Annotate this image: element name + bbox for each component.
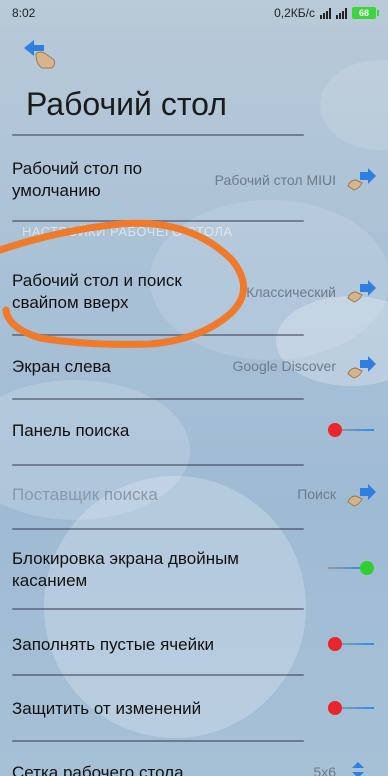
divider bbox=[12, 134, 304, 136]
section-hint: НАСТРОЙКИ РАБОЧЕГО СТОЛА bbox=[22, 224, 233, 239]
setting-default-launcher[interactable]: Рабочий стол по умолчанию Рабочий стол M… bbox=[0, 156, 388, 220]
status-time: 8:02 bbox=[12, 6, 36, 20]
setting-label: Рабочий стол и поиск свайпом вверх bbox=[12, 271, 182, 312]
signal-icon-2 bbox=[336, 7, 347, 19]
lock-layout-toggle[interactable] bbox=[328, 700, 374, 716]
setting-search-provider[interactable]: Поставщик поиска Поиск bbox=[0, 482, 388, 512]
fill-cells-toggle[interactable] bbox=[328, 636, 374, 652]
divider bbox=[12, 608, 304, 610]
setting-left-screen[interactable]: Экран слева Google Discover bbox=[0, 352, 388, 386]
page-title: Рабочий стол bbox=[26, 86, 227, 122]
setting-value: Поиск bbox=[297, 486, 336, 502]
up-down-arrow-icon bbox=[352, 762, 364, 776]
setting-label: Поставщик поиска bbox=[12, 485, 158, 504]
status-icons: 0,2КБ/с 68 bbox=[274, 6, 379, 20]
toggle-knob bbox=[360, 561, 374, 575]
forward-arrow-icon bbox=[347, 280, 376, 303]
setting-search-bar[interactable]: Панель поиска bbox=[0, 418, 388, 448]
forward-arrow-icon bbox=[347, 168, 376, 191]
divider bbox=[12, 398, 304, 400]
back-button[interactable] bbox=[20, 38, 60, 72]
setting-label: Панель поиска bbox=[12, 421, 130, 440]
setting-value: Рабочий стол MIUI bbox=[214, 172, 336, 188]
signal-icon bbox=[320, 7, 331, 19]
setting-label: Экран слева bbox=[12, 357, 111, 376]
forward-arrow-icon bbox=[347, 484, 376, 507]
setting-home-grid[interactable]: Сетка рабочего стола 5x6 bbox=[0, 758, 388, 776]
setting-label: Блокировка экрана двойным касанием bbox=[12, 549, 239, 590]
divider bbox=[12, 528, 304, 530]
double-tap-lock-toggle[interactable] bbox=[328, 560, 374, 576]
divider bbox=[12, 220, 304, 222]
setting-label: Рабочий стол по умолчанию bbox=[12, 159, 143, 200]
setting-fill-empty-cells[interactable]: Заполнять пустые ячейки bbox=[0, 632, 388, 662]
forward-arrow-icon bbox=[347, 356, 376, 379]
search-bar-toggle[interactable] bbox=[328, 422, 374, 438]
divider bbox=[12, 740, 304, 742]
battery-icon: 68 bbox=[352, 7, 379, 19]
divider bbox=[12, 674, 304, 676]
toggle-knob bbox=[328, 701, 342, 715]
setting-value: 5x6 bbox=[313, 764, 336, 776]
toggle-knob bbox=[328, 423, 342, 437]
status-bar: 8:02 0,2КБ/с 68 bbox=[0, 0, 388, 26]
setting-label: Сетка рабочего стола bbox=[12, 763, 184, 776]
divider bbox=[12, 464, 304, 466]
setting-double-tap-lock[interactable]: Блокировка экрана двойным касанием bbox=[0, 546, 388, 596]
network-speed: 0,2КБ/с bbox=[274, 6, 315, 20]
toggle-knob bbox=[328, 637, 342, 651]
battery-level: 68 bbox=[358, 8, 369, 18]
setting-label: Защитить от изменений bbox=[12, 699, 202, 718]
setting-value: Классический bbox=[246, 284, 336, 300]
setting-value: Google Discover bbox=[232, 358, 337, 374]
setting-lock-layout[interactable]: Защитить от изменений bbox=[0, 696, 388, 726]
setting-swipe-up[interactable]: Рабочий стол и поиск свайпом вверх Класс… bbox=[0, 266, 388, 326]
divider bbox=[12, 334, 304, 336]
back-arrow-icon bbox=[24, 40, 56, 69]
setting-label: Заполнять пустые ячейки bbox=[12, 635, 215, 654]
